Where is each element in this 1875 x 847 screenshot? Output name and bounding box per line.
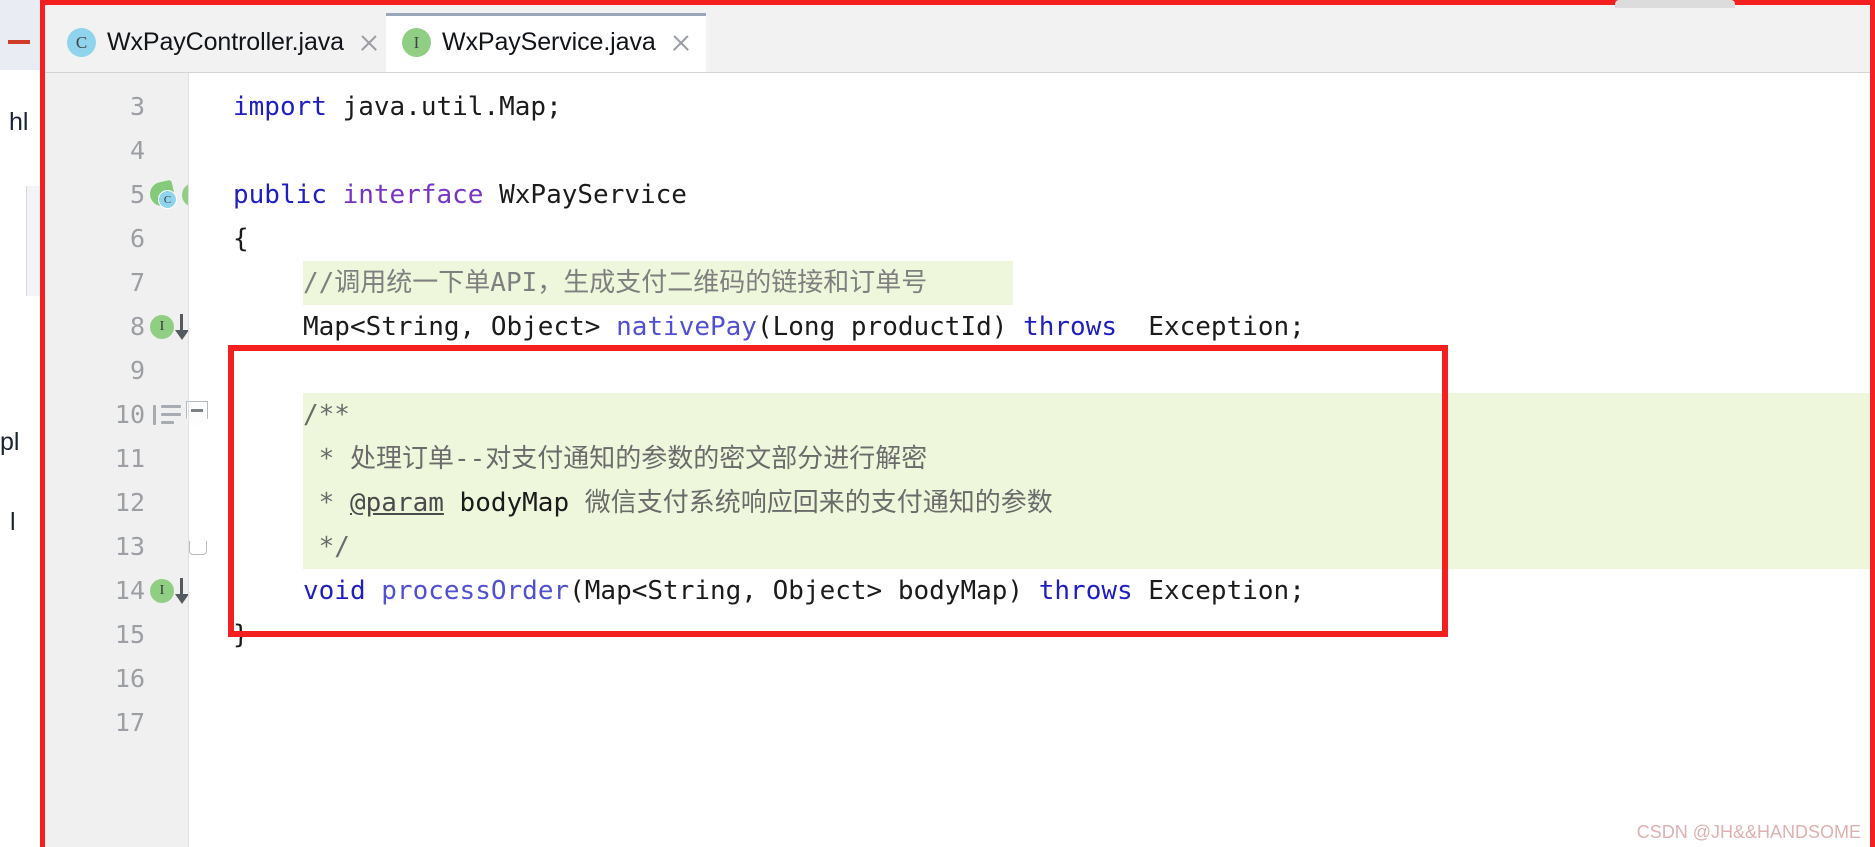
- project-panel-edge: hl pl l: [0, 0, 47, 847]
- java-interface-icon: I: [150, 315, 174, 339]
- line-number: 3: [129, 92, 145, 121]
- code-token: interface: [342, 180, 484, 210]
- code-token: @param: [349, 488, 444, 518]
- tab-label: WxPayController.java: [107, 28, 344, 56]
- implementing-method-down-arrow-icon[interactable]: I: [150, 578, 190, 604]
- code-token: import: [233, 92, 327, 122]
- gutter-fold-column[interactable]: [186, 73, 233, 847]
- code-token: WxPayService: [483, 180, 687, 210]
- code-line[interactable]: * 处理订单--对支付通知的参数的密文部分进行解密: [303, 437, 928, 481]
- tab-wxpaycontroller[interactable]: C WxPayController.java: [51, 13, 394, 72]
- project-panel-sliver: [26, 186, 47, 296]
- code-line[interactable]: import java.util.Map;: [233, 85, 562, 129]
- code-token: }: [233, 620, 249, 650]
- line-number: 17: [114, 708, 145, 737]
- editor-body[interactable]: 345CI678I91011121314I151617 import java.…: [45, 73, 1870, 847]
- java-interface-icon: I: [402, 28, 431, 57]
- code-token: {: [233, 224, 249, 254]
- watermark-text: CSDN @JH&&HANDSOME: [1636, 822, 1861, 842]
- code-line[interactable]: {: [233, 217, 249, 261]
- code-token: Exception;: [1117, 312, 1305, 342]
- code-line[interactable]: * @param bodyMap 微信支付系统响应回来的支付通知的参数: [303, 481, 1053, 525]
- code-token: processOrder: [381, 576, 570, 606]
- line-number: 11: [114, 444, 145, 473]
- java-class-icon: C: [67, 28, 96, 57]
- java-class-icon: C: [158, 190, 177, 209]
- line-number: 7: [129, 268, 145, 297]
- line-number: 12: [114, 488, 145, 517]
- code-canvas[interactable]: import java.util.Map; public interface Wx…: [233, 73, 1870, 847]
- editor-gutter[interactable]: 345CI678I91011121314I151617: [45, 73, 221, 847]
- line-number: 13: [114, 532, 145, 561]
- java-interface-icon: I: [150, 579, 174, 603]
- line-number: 9: [129, 356, 145, 385]
- code-token: java.util.Map;: [326, 92, 562, 122]
- tab-label: WxPayService.java: [442, 28, 656, 56]
- code-token: /**: [303, 400, 350, 430]
- fold-rail-divider: [188, 73, 189, 847]
- code-line[interactable]: /**: [303, 393, 350, 437]
- line-number: 5: [129, 180, 145, 209]
- code-token: throws: [1038, 576, 1133, 606]
- line-number: 6: [129, 224, 145, 253]
- close-icon[interactable]: [670, 32, 692, 54]
- code-token: 微信支付系统响应回来的支付通知的参数: [569, 488, 1053, 518]
- code-token: nativePay: [616, 312, 757, 342]
- line-number: 8: [129, 312, 145, 341]
- code-token: Map<String, Object>: [303, 312, 617, 342]
- code-token: public: [233, 180, 327, 210]
- code-token: void: [303, 576, 366, 606]
- toolwindow-header-strip: [0, 0, 45, 70]
- code-line[interactable]: public interface WxPayService: [233, 173, 687, 217]
- code-token: bodyMap: [443, 488, 570, 518]
- line-number: 10: [114, 400, 145, 429]
- code-token: Exception;: [1132, 576, 1305, 606]
- code-token: */: [303, 532, 350, 562]
- code-line[interactable]: //调用统一下单API，生成支付二维码的链接和订单号: [303, 261, 927, 305]
- close-icon[interactable]: [358, 32, 380, 54]
- editor-window: C WxPayController.java I WxPayService.ja…: [45, 5, 1870, 847]
- code-line[interactable]: void processOrder(Map<String, Object> bo…: [303, 569, 1305, 613]
- comment-highlight-band: [303, 525, 1870, 569]
- code-line[interactable]: Map<String, Object> nativePay(Long produ…: [303, 305, 1305, 349]
- code-token: (Map<String, Object> bodyMap): [569, 576, 1039, 606]
- line-number: 14: [114, 576, 145, 605]
- project-tree-label-partial-2: pl: [0, 428, 20, 456]
- tab-wxpayservice[interactable]: I WxPayService.java: [386, 13, 706, 72]
- implementing-method-down-arrow-icon[interactable]: I: [150, 314, 190, 340]
- minimize-dash-icon[interactable]: [8, 40, 30, 44]
- project-tree-label-partial-1: hl: [9, 108, 29, 136]
- code-token: (Long productId): [756, 312, 1024, 342]
- line-number: 4: [129, 136, 145, 165]
- editor-tab-bar: C WxPayController.java I WxPayService.ja…: [45, 13, 1870, 73]
- code-token: throws: [1023, 312, 1117, 342]
- code-token: //调用统一下单API，生成支付二维码的链接和订单号: [303, 268, 928, 298]
- project-tree-label-partial-3: l: [10, 508, 16, 536]
- code-token: *: [303, 488, 350, 518]
- line-number: 15: [114, 620, 145, 649]
- window-tab-nub: [1615, 0, 1735, 8]
- comment-highlight-band: [303, 393, 1870, 437]
- code-line[interactable]: */: [303, 525, 350, 569]
- line-number: 16: [114, 664, 145, 693]
- code-line[interactable]: }: [233, 613, 249, 657]
- code-token: * 处理订单--对支付通知的参数的密文部分进行解密: [303, 444, 928, 474]
